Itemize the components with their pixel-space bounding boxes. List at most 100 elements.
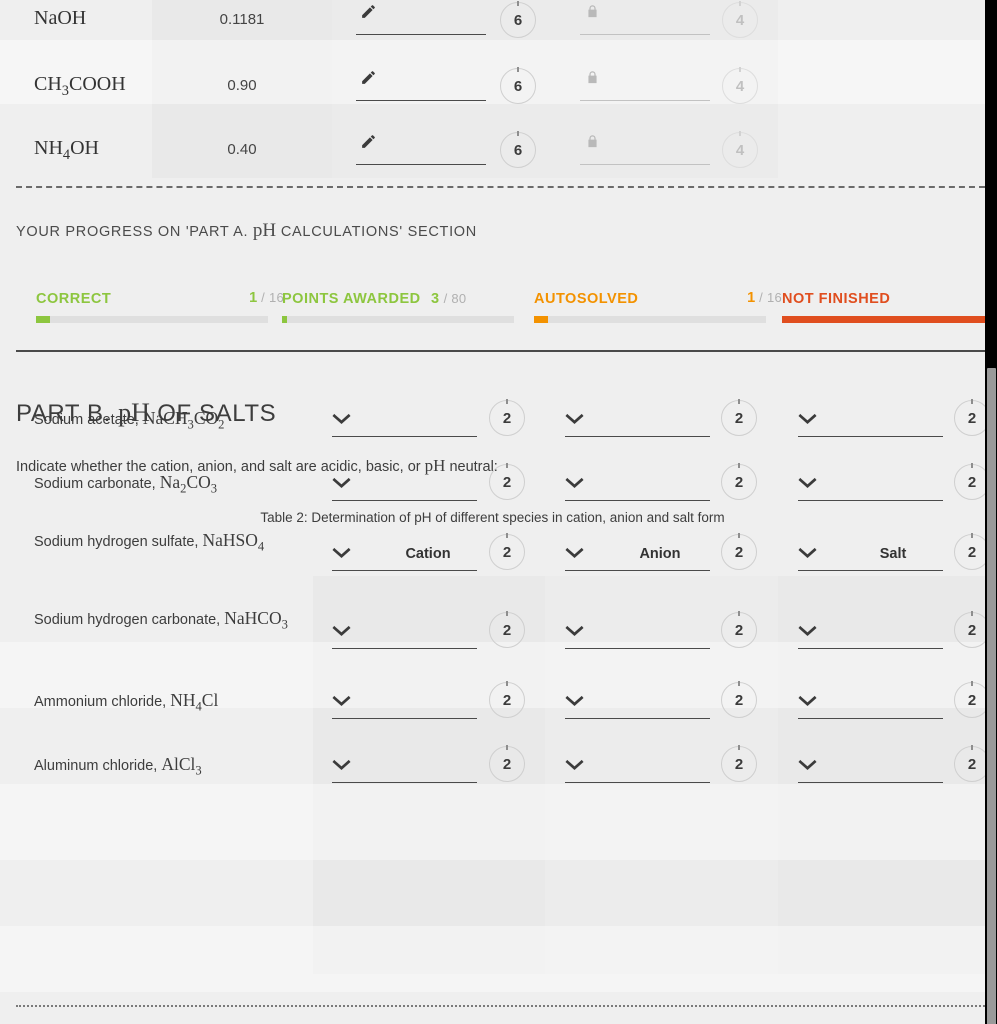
chevron-down-icon[interactable] [565, 694, 584, 706]
select-cation[interactable] [332, 570, 477, 571]
select-salt[interactable] [798, 436, 943, 437]
species-label: NaOH [34, 7, 87, 29]
chevron-down-icon[interactable] [565, 758, 584, 770]
score-badge: 2 [489, 399, 525, 436]
select-salt[interactable] [798, 500, 943, 501]
select-cation[interactable] [332, 500, 477, 501]
chevron-down-icon[interactable] [798, 624, 817, 636]
chevron-down-icon[interactable] [332, 758, 351, 770]
progress-bar-track [36, 316, 268, 323]
lock-icon [585, 3, 600, 20]
progress-bar-fill [534, 316, 548, 323]
select-salt[interactable] [798, 782, 943, 783]
select-cation[interactable] [332, 648, 477, 649]
score-badge-value: 2 [967, 621, 977, 639]
score-badge-locked: 4 [722, 131, 758, 168]
score-badge: 2 [721, 681, 757, 718]
vertical-scrollbar-thumb[interactable] [987, 368, 996, 1024]
chevron-down-icon[interactable] [565, 412, 584, 424]
chevron-down-icon[interactable] [798, 758, 817, 770]
part-b-desc-math: pH [424, 456, 446, 475]
score-badge-value: 2 [502, 543, 512, 561]
concentration-value: 0.40 [227, 141, 257, 158]
table-2-column-header: Anion [639, 546, 681, 562]
pencil-icon[interactable] [360, 133, 377, 150]
score-badge-value: 2 [967, 755, 977, 773]
score-badge: 2 [954, 681, 985, 718]
chevron-down-icon[interactable] [798, 546, 817, 558]
select-salt[interactable] [798, 648, 943, 649]
score-badge-locked: 4 [722, 1, 758, 38]
select-anion[interactable] [565, 436, 710, 437]
score-badge: 2 [721, 745, 757, 782]
progress-bar-track [782, 316, 985, 323]
chevron-down-icon[interactable] [798, 412, 817, 424]
score-badge: 2 [954, 463, 985, 500]
score-badge: 2 [721, 463, 757, 500]
pencil-icon[interactable] [360, 3, 377, 20]
score-badge: 6 [500, 67, 536, 104]
chevron-down-icon[interactable] [798, 476, 817, 488]
select-cation[interactable] [332, 782, 477, 783]
chevron-down-icon[interactable] [332, 476, 351, 488]
locked-input [580, 164, 710, 165]
score-badge-value: 4 [735, 77, 745, 95]
progress-bar-fill [782, 316, 985, 323]
salt-label: Ammonium chloride, NH4Cl [34, 690, 219, 714]
select-anion[interactable] [565, 570, 710, 571]
chevron-down-icon[interactable] [332, 546, 351, 558]
select-anion[interactable] [565, 648, 710, 649]
salt-label: Sodium carbonate, Na2CO3 [34, 472, 218, 496]
chevron-down-icon[interactable] [798, 694, 817, 706]
chevron-down-icon[interactable] [565, 624, 584, 636]
concentration-value: 0.1181 [219, 11, 265, 28]
select-cation[interactable] [332, 718, 477, 719]
table-row [0, 860, 985, 926]
select-salt[interactable] [798, 718, 943, 719]
select-cation[interactable] [332, 436, 477, 437]
score-badge-value: 4 [735, 11, 745, 29]
chevron-down-icon[interactable] [332, 412, 351, 424]
salt-label: Sodium hydrogen carbonate, NaHCO3 [34, 608, 288, 632]
progress-stat-label: AUTOSOLVED [534, 291, 639, 307]
select-anion[interactable] [565, 500, 710, 501]
progress-heading: YOUR PROGRESS ON 'PART A. pH CALCULATION… [16, 220, 477, 242]
score-badge: 2 [954, 745, 985, 782]
score-badge-value: 2 [502, 409, 512, 427]
table-row [0, 40, 985, 104]
answer-input-cation[interactable] [356, 100, 486, 101]
score-badge: 2 [954, 611, 985, 648]
progress-bar-fill [282, 316, 287, 323]
species-label: NH4OH [34, 137, 99, 163]
chevron-down-icon[interactable] [332, 624, 351, 636]
score-badge-value: 2 [734, 691, 744, 709]
progress-stat-total: / 16 [755, 290, 782, 305]
pencil-icon[interactable] [360, 69, 377, 86]
score-badge: 6 [500, 131, 536, 168]
score-badge-value: 2 [502, 691, 512, 709]
select-anion[interactable] [565, 782, 710, 783]
progress-bar-fill [36, 316, 50, 323]
table-row [0, 926, 985, 992]
salt-label: Sodium hydrogen sulfate, NaHSO4 [34, 530, 265, 554]
select-anion[interactable] [565, 718, 710, 719]
select-salt[interactable] [798, 570, 943, 571]
table-ph-calculations: NaOH 0.1181 6 4 CH3COOH 0.90 6 4 NH4OH 0.40 6 4 [0, 0, 985, 178]
score-badge-value: 2 [734, 543, 744, 561]
window-gutter [985, 0, 997, 1024]
score-badge-value: 6 [513, 77, 523, 95]
salt-label: Aluminum chloride, AlCl3 [34, 754, 202, 778]
table-2-column-header: Cation [405, 546, 451, 562]
progress-stat-label: NOT FINISHED [782, 291, 891, 307]
score-badge-value: 2 [967, 543, 977, 561]
chevron-down-icon[interactable] [565, 546, 584, 558]
progress-heading-pre: YOUR PROGRESS ON 'PART A. [16, 224, 253, 240]
answer-input-cation[interactable] [356, 164, 486, 165]
progress-bar-track [282, 316, 514, 323]
answer-input-cation[interactable] [356, 34, 486, 35]
chevron-down-icon[interactable] [565, 476, 584, 488]
score-badge-value: 2 [734, 473, 744, 491]
progress-stat: POINTS AWARDED 3 / 80 [282, 290, 530, 323]
score-badge-locked: 4 [722, 67, 758, 104]
chevron-down-icon[interactable] [332, 694, 351, 706]
